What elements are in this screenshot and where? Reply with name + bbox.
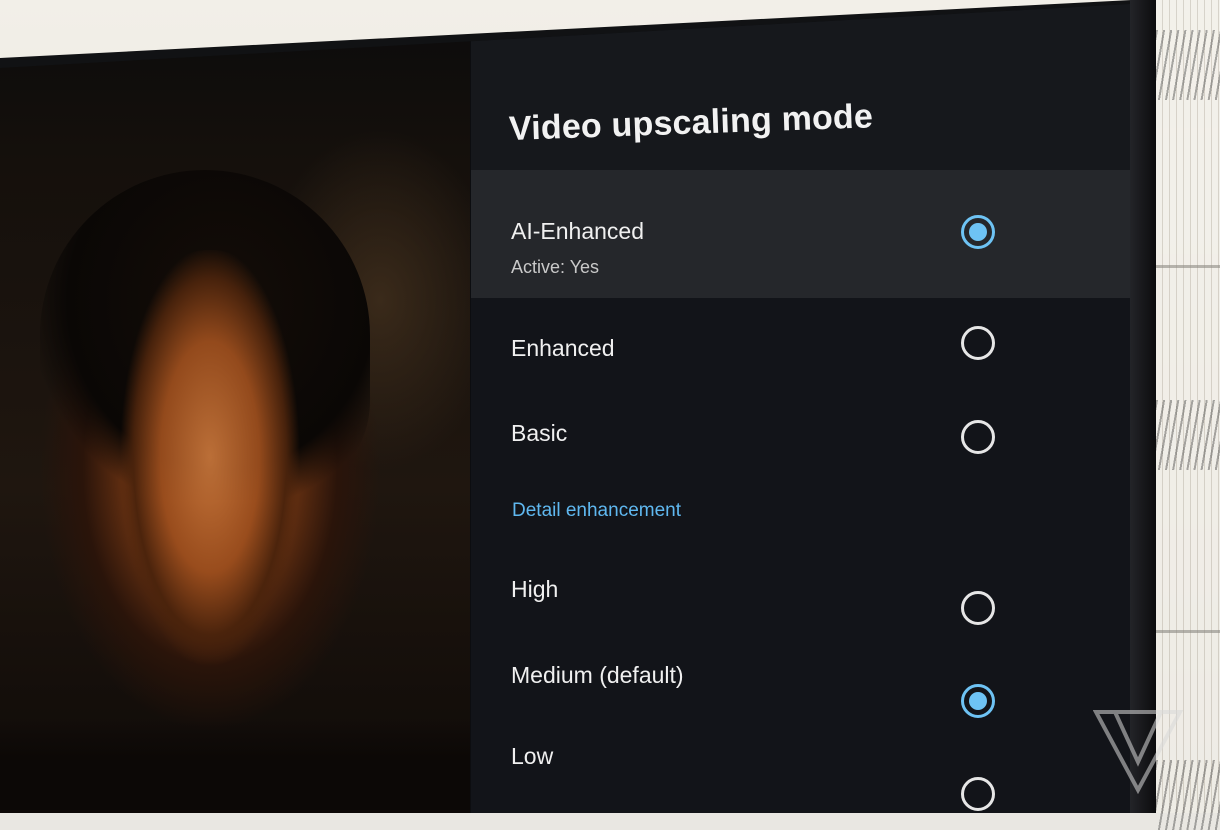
option-label: Enhanced <box>511 335 615 361</box>
option-status: Active: Yes <box>511 257 600 277</box>
video-figure-shirt <box>0 720 470 813</box>
video-frame <box>0 4 470 813</box>
verge-logo-icon <box>1093 710 1183 794</box>
section-label-detail-enhancement: Detail enhancement <box>512 500 681 521</box>
radio-checked-icon[interactable] <box>961 684 995 718</box>
option-label: Basic <box>511 420 568 446</box>
page-title: Video upscaling mode <box>508 97 874 148</box>
video-figure-face <box>110 250 310 710</box>
wall-artwork <box>1156 0 1220 830</box>
radio-unchecked-icon[interactable] <box>961 591 995 625</box>
option-ai-enhanced[interactable]: AI-Enhanced Active: Yes <box>471 170 1130 298</box>
option-basic[interactable]: Basic <box>471 395 1130 481</box>
radio-unchecked-icon[interactable] <box>961 420 995 454</box>
radio-unchecked-icon[interactable] <box>961 777 995 811</box>
radio-unchecked-icon[interactable] <box>961 326 995 360</box>
option-high[interactable]: High <box>471 560 1130 640</box>
television: Video upscaling mode AI-Enhanced Active:… <box>0 0 1156 813</box>
option-label: High <box>511 576 559 602</box>
tv-bezel <box>1130 0 1156 813</box>
settings-panel: Video upscaling mode AI-Enhanced Active:… <box>471 4 1130 813</box>
option-enhanced[interactable]: Enhanced <box>471 300 1130 386</box>
radio-checked-icon[interactable] <box>961 215 995 249</box>
option-medium[interactable]: Medium (default) <box>471 650 1130 730</box>
tv-screen: Video upscaling mode AI-Enhanced Active:… <box>0 4 1130 813</box>
option-label: Low <box>511 743 554 769</box>
option-low[interactable]: Low <box>471 735 1130 813</box>
option-label: Medium (default) <box>511 662 684 688</box>
option-label: AI-Enhanced <box>511 218 644 244</box>
